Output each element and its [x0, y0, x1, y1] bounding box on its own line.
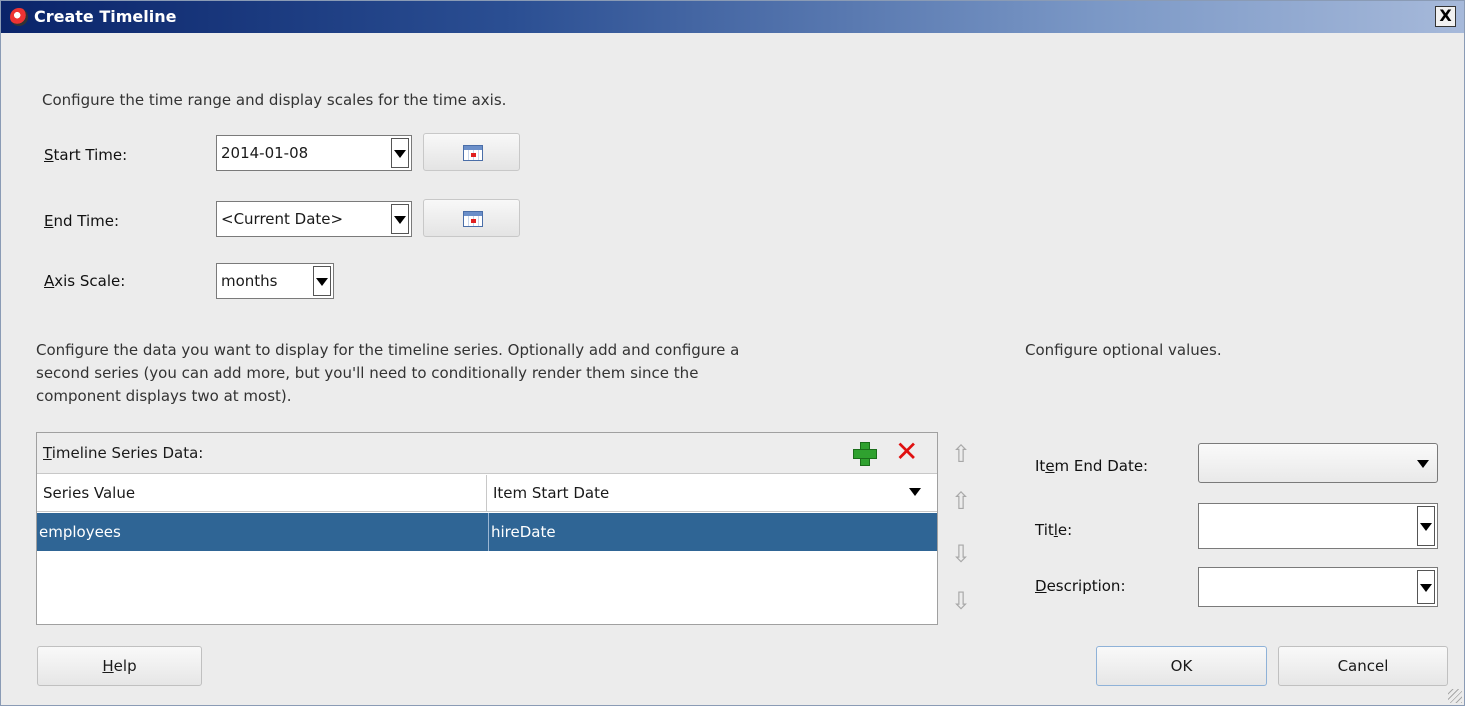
chevron-down-icon	[1417, 460, 1429, 468]
series-intro-line-2: second series (you can add more, but you…	[36, 364, 699, 382]
description-dropdown-icon[interactable]	[1417, 570, 1435, 604]
axis-scale-label: Axis Scale:	[44, 272, 126, 290]
end-time-calendar-button[interactable]	[423, 199, 520, 237]
optional-intro: Configure optional values.	[1025, 341, 1222, 359]
calendar-icon	[463, 145, 483, 161]
arrow-down-icon[interactable]: ⇩	[949, 541, 973, 567]
axis-scale-dropdown-icon[interactable]	[313, 266, 331, 296]
column-header-series-value[interactable]: Series Value	[37, 475, 487, 512]
end-time-value: <Current Date>	[221, 210, 344, 228]
cell-series-value: employees	[39, 523, 121, 541]
start-time-dropdown-icon[interactable]	[391, 138, 409, 168]
description-label: Description:	[1035, 577, 1126, 595]
arrow-bottom-icon[interactable]: ⇩	[949, 588, 973, 614]
create-timeline-dialog: Create Timeline X Configure the time ran…	[0, 0, 1465, 706]
resize-grip[interactable]	[1448, 689, 1462, 703]
title-bar: Create Timeline X	[1, 1, 1464, 33]
series-intro: Configure the data you want to display f…	[36, 339, 739, 408]
time-axis-intro: Configure the time range and display sca…	[42, 91, 507, 109]
x-icon[interactable]: ✕	[895, 438, 921, 466]
timeline-series-table: Timeline Series Data: ✕ Series Value Ite…	[36, 432, 938, 625]
title-combo[interactable]	[1198, 503, 1438, 549]
end-time-label: End Time:	[44, 212, 120, 230]
table-row[interactable]: employees hireDate	[37, 513, 937, 551]
item-end-date-combo[interactable]	[1198, 443, 1438, 483]
window-title: Create Timeline	[34, 7, 177, 26]
calendar-icon	[463, 211, 483, 227]
start-time-combo[interactable]: 2014-01-08	[216, 135, 412, 171]
plus-icon[interactable]	[853, 442, 877, 466]
axis-scale-value: months	[221, 272, 278, 290]
ok-button[interactable]: OK	[1096, 646, 1267, 686]
description-combo[interactable]	[1198, 567, 1438, 607]
title-dropdown-icon[interactable]	[1417, 506, 1435, 546]
cell-item-start-date: hireDate	[488, 513, 556, 551]
axis-scale-combo[interactable]: months	[216, 263, 334, 299]
item-end-date-label: Item End Date:	[1035, 457, 1149, 475]
end-time-dropdown-icon[interactable]	[391, 204, 409, 234]
help-button[interactable]: Help	[37, 646, 202, 686]
end-time-combo[interactable]: <Current Date>	[216, 201, 412, 237]
table-title: Timeline Series Data:	[43, 444, 204, 462]
app-icon	[10, 8, 28, 26]
series-intro-line-1: Configure the data you want to display f…	[36, 341, 740, 359]
table-title-bar: Timeline Series Data: ✕	[37, 433, 937, 474]
start-time-label: Start Time:	[44, 146, 128, 164]
arrow-up-icon[interactable]: ⇧	[949, 488, 973, 514]
column-header-item-start-date[interactable]: Item Start Date	[487, 475, 937, 512]
title-label: Title:	[1035, 521, 1073, 539]
series-intro-line-3: component displays two at most).	[36, 387, 292, 405]
start-time-calendar-button[interactable]	[423, 133, 520, 171]
close-button[interactable]: X	[1435, 6, 1456, 27]
arrow-top-icon[interactable]: ⇧	[949, 441, 973, 467]
column-dropdown-icon[interactable]	[909, 488, 921, 496]
start-time-value: 2014-01-08	[221, 144, 309, 162]
cancel-button[interactable]: Cancel	[1278, 646, 1448, 686]
